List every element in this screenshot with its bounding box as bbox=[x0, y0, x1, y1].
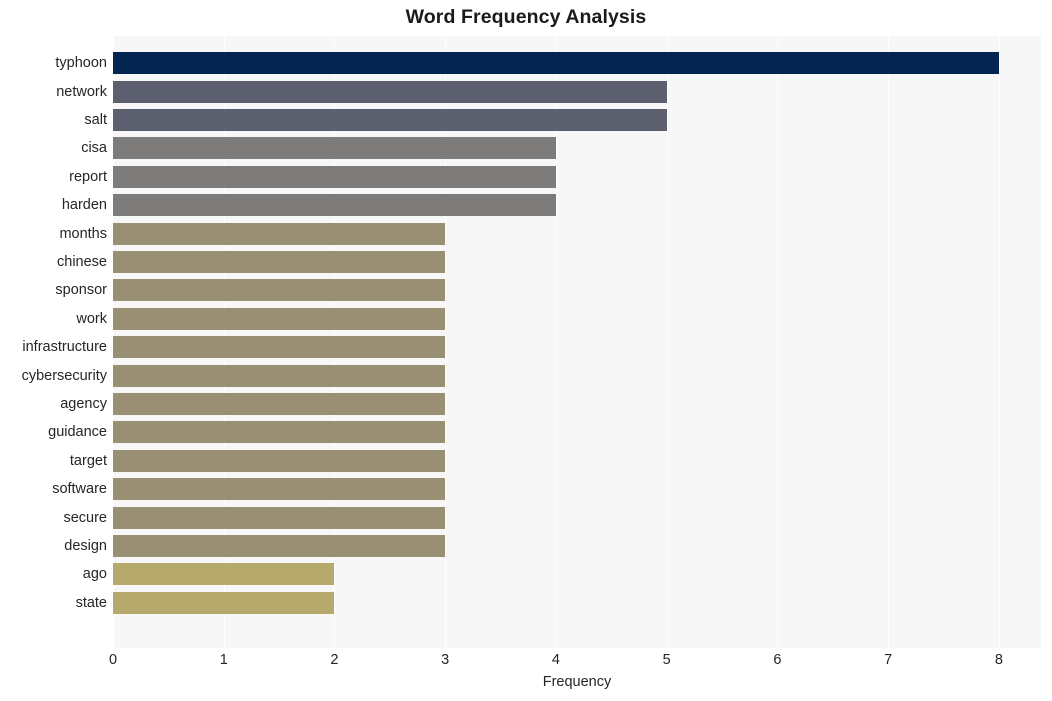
y-tick-label-cisa: cisa bbox=[81, 140, 107, 157]
plot-area bbox=[113, 36, 1041, 648]
y-tick-label-chinese: chinese bbox=[57, 254, 107, 271]
bar-months[interactable] bbox=[113, 222, 446, 245]
bar-salt[interactable] bbox=[113, 109, 667, 132]
chart-title: Word Frequency Analysis bbox=[405, 6, 647, 28]
bar-row bbox=[113, 163, 1041, 191]
bar-state[interactable] bbox=[113, 591, 335, 614]
bar-row bbox=[113, 447, 1041, 475]
y-tick-label-sponsor: sponsor bbox=[55, 282, 107, 299]
x-tick-label-4: 4 bbox=[551, 652, 560, 668]
bar-row bbox=[113, 390, 1041, 418]
bar-row bbox=[113, 361, 1041, 389]
x-tick-label-1: 1 bbox=[219, 652, 228, 668]
y-tick-label-harden: harden bbox=[61, 197, 107, 214]
bar-target[interactable] bbox=[113, 449, 446, 472]
bar-typhoon[interactable] bbox=[113, 52, 999, 75]
y-tick-label-guidance: guidance bbox=[48, 424, 107, 441]
y-tick-label-typhoon: typhoon bbox=[55, 55, 107, 72]
bar-chinese[interactable] bbox=[113, 251, 446, 274]
y-tick-label-state: state bbox=[75, 594, 107, 611]
bar-row bbox=[113, 532, 1041, 560]
bar-row bbox=[113, 589, 1041, 617]
bar-guidance[interactable] bbox=[113, 421, 446, 444]
bar-row bbox=[113, 418, 1041, 446]
bar-design[interactable] bbox=[113, 535, 446, 558]
bar-infrastructure[interactable] bbox=[113, 336, 446, 359]
bar-software[interactable] bbox=[113, 478, 446, 501]
y-tick-label-months: months bbox=[59, 225, 107, 242]
bar-agency[interactable] bbox=[113, 393, 446, 416]
bar-cisa[interactable] bbox=[113, 137, 556, 160]
bar-harden[interactable] bbox=[113, 194, 556, 217]
y-tick-label-target: target bbox=[69, 452, 107, 469]
y-tick-label-secure: secure bbox=[63, 509, 107, 526]
y-axis-tick-labels: typhoon network salt cisa report harden months… bbox=[0, 36, 107, 648]
x-axis-label: Frequency bbox=[542, 674, 612, 690]
bar-work[interactable] bbox=[113, 307, 446, 330]
y-tick-label-report: report bbox=[69, 168, 107, 185]
bar-row bbox=[113, 305, 1041, 333]
bar-cybersecurity[interactable] bbox=[113, 364, 446, 387]
bar-row bbox=[113, 248, 1041, 276]
bar-row bbox=[113, 219, 1041, 247]
bar-ago[interactable] bbox=[113, 563, 335, 586]
y-tick-label-salt: salt bbox=[84, 112, 107, 129]
bar-row bbox=[113, 333, 1041, 361]
y-tick-label-agency: agency bbox=[60, 396, 107, 413]
y-tick-label-software: software bbox=[52, 481, 107, 498]
x-tick-label-6: 6 bbox=[773, 652, 782, 668]
chart-figure: Word Frequency Analysis typhoon network sa… bbox=[0, 0, 1052, 701]
bar-row bbox=[113, 191, 1041, 219]
bar-row bbox=[113, 475, 1041, 503]
x-tick-label-0: 0 bbox=[108, 652, 118, 668]
x-tick-label-3: 3 bbox=[441, 652, 450, 668]
bar-report[interactable] bbox=[113, 165, 556, 188]
y-tick-label-work: work bbox=[76, 310, 107, 327]
bar-row bbox=[113, 49, 1041, 77]
bar-row bbox=[113, 106, 1041, 134]
bar-row bbox=[113, 276, 1041, 304]
y-tick-label-cybersecurity: cybersecurity bbox=[21, 367, 107, 384]
x-tick-label-2: 2 bbox=[330, 652, 339, 668]
y-tick-label-ago: ago bbox=[82, 566, 107, 583]
x-tick-label-5: 5 bbox=[662, 652, 671, 668]
bar-sponsor[interactable] bbox=[113, 279, 446, 302]
bar-network[interactable] bbox=[113, 80, 667, 103]
bar-row bbox=[113, 77, 1041, 105]
y-tick-label-network: network bbox=[56, 83, 107, 100]
x-tick-label-7: 7 bbox=[884, 652, 893, 668]
bar-row bbox=[113, 503, 1041, 531]
bar-secure[interactable] bbox=[113, 506, 446, 529]
bar-row bbox=[113, 560, 1041, 588]
bar-row bbox=[113, 134, 1041, 162]
y-tick-label-design: design bbox=[64, 538, 107, 555]
y-tick-label-infrastructure: infrastructure bbox=[22, 339, 107, 356]
x-tick-label-8: 8 bbox=[994, 652, 1003, 668]
